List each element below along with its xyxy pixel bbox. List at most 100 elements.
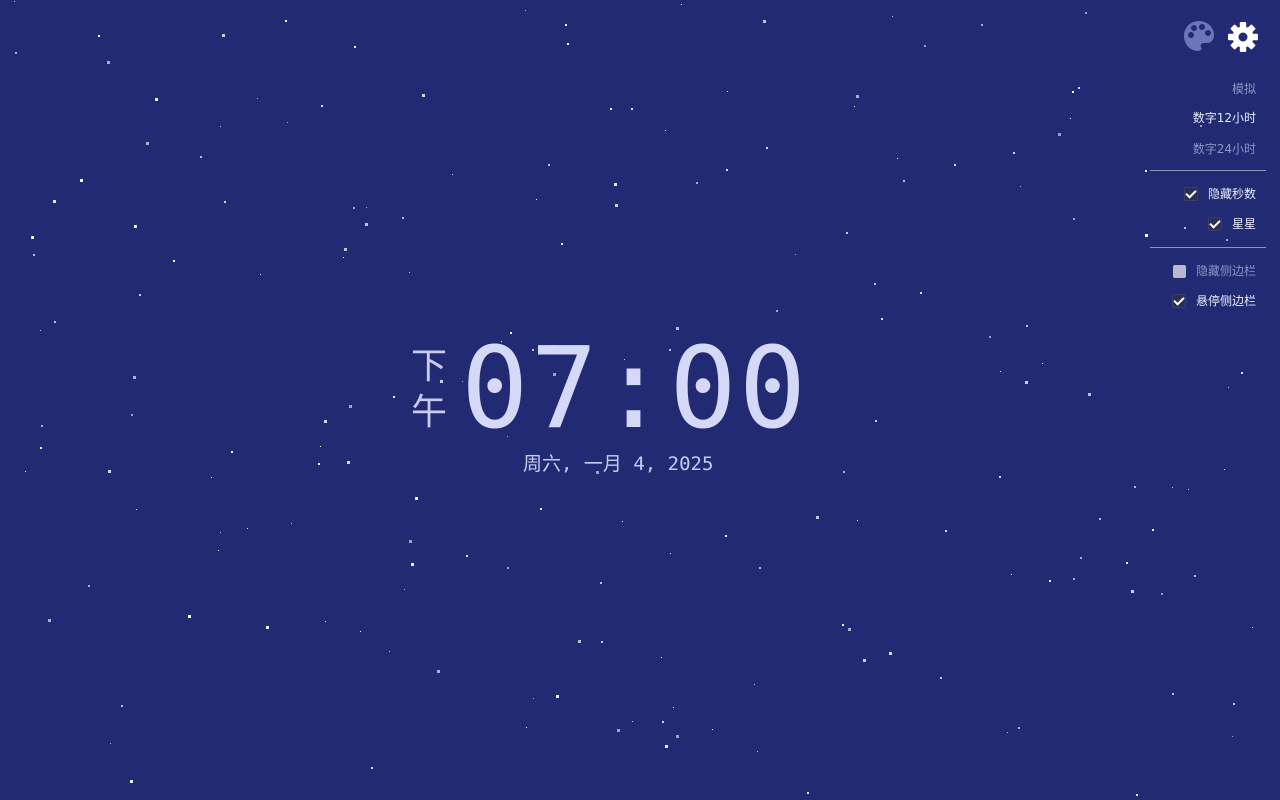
star [422, 94, 425, 97]
star [924, 45, 926, 47]
star [415, 497, 418, 500]
star [1228, 387, 1229, 388]
star [393, 396, 395, 398]
star [1078, 87, 1080, 89]
star [389, 651, 390, 652]
star [146, 142, 149, 145]
star [1000, 371, 1001, 372]
star [1161, 593, 1163, 595]
star [533, 698, 534, 699]
star [108, 470, 111, 473]
star [759, 567, 761, 569]
star [466, 555, 468, 557]
star [1134, 486, 1136, 488]
star [981, 24, 983, 26]
hover-sidebar-checkbox[interactable] [1171, 294, 1186, 308]
menu-item-digital-12h[interactable]: 数字12小时 [1193, 105, 1256, 131]
star [131, 414, 133, 416]
star [681, 4, 682, 5]
star [696, 182, 698, 184]
star [757, 751, 758, 752]
menu-option-label: 隐藏秒数 [1207, 187, 1256, 201]
star [40, 447, 42, 449]
am-pm-bottom: 午 [410, 392, 447, 433]
star [1013, 152, 1015, 154]
star [954, 164, 956, 166]
star [88, 585, 90, 587]
star [287, 122, 288, 123]
star [121, 705, 123, 707]
menu-option-hide-seconds[interactable]: 隐藏秒数 [1183, 181, 1256, 207]
star [945, 530, 947, 532]
star [321, 105, 323, 107]
star [1072, 91, 1074, 93]
star [1233, 703, 1235, 705]
star [712, 729, 713, 730]
star [614, 183, 617, 186]
palette-button[interactable] [1182, 18, 1216, 54]
star [409, 272, 410, 273]
star [662, 721, 664, 723]
star [324, 420, 327, 423]
hide-sidebar-checkbox[interactable] [1172, 264, 1186, 278]
star [561, 243, 563, 245]
menu-option-stars[interactable]: 星星 [1207, 211, 1256, 237]
menu-option-label: 悬停侧边栏 [1195, 294, 1256, 308]
star [411, 563, 414, 566]
hide-seconds-checkbox[interactable] [1183, 187, 1198, 201]
star [366, 207, 367, 208]
star [1080, 557, 1082, 559]
star [1252, 627, 1253, 628]
star [409, 540, 412, 543]
star [291, 523, 292, 524]
star [1058, 133, 1061, 136]
star [622, 521, 623, 522]
star [247, 528, 248, 529]
star [863, 659, 866, 662]
star [1085, 12, 1087, 14]
star [631, 108, 633, 110]
star [402, 217, 404, 219]
star [354, 46, 356, 48]
star [98, 35, 100, 37]
star [1152, 529, 1154, 531]
stars-checkbox[interactable] [1207, 217, 1222, 231]
menu-divider [1150, 170, 1266, 171]
star [578, 640, 581, 643]
star [31, 236, 34, 239]
star [1011, 574, 1012, 575]
star [610, 108, 612, 110]
star [260, 274, 261, 275]
star [218, 550, 219, 551]
star [188, 615, 191, 618]
star [231, 451, 233, 453]
menu-item-digital-24h[interactable]: 数字24小时 [1193, 136, 1256, 162]
settings-button[interactable] [1226, 18, 1260, 54]
star [601, 641, 603, 643]
star [856, 95, 859, 98]
clock-display: 下 午 07:00 周六, 一月 4, 2025 [405, 330, 806, 490]
star [889, 652, 892, 655]
star [33, 254, 35, 256]
star [155, 98, 158, 101]
menu-option-hover-sidebar[interactable]: 悬停侧边栏 [1171, 288, 1256, 314]
star [763, 20, 766, 23]
clock-page: 下 午 07:00 周六, 一月 4, 2025 模拟 数字12小时 数字24小… [0, 0, 1280, 800]
star [848, 628, 851, 631]
star [892, 16, 893, 17]
menu-item-label: 模拟 [1231, 82, 1256, 96]
star [661, 657, 662, 658]
star [1241, 372, 1243, 374]
star [285, 20, 287, 22]
star [842, 624, 844, 626]
menu-item-analog[interactable]: 模拟 [1232, 76, 1256, 102]
star [365, 223, 368, 226]
star [754, 684, 755, 685]
star [1026, 325, 1028, 327]
star [1073, 218, 1075, 220]
menu-option-hide-sidebar[interactable]: 隐藏侧边栏 [1172, 258, 1256, 284]
star [874, 283, 876, 285]
star [903, 180, 905, 182]
star [320, 446, 321, 447]
star [526, 727, 527, 728]
